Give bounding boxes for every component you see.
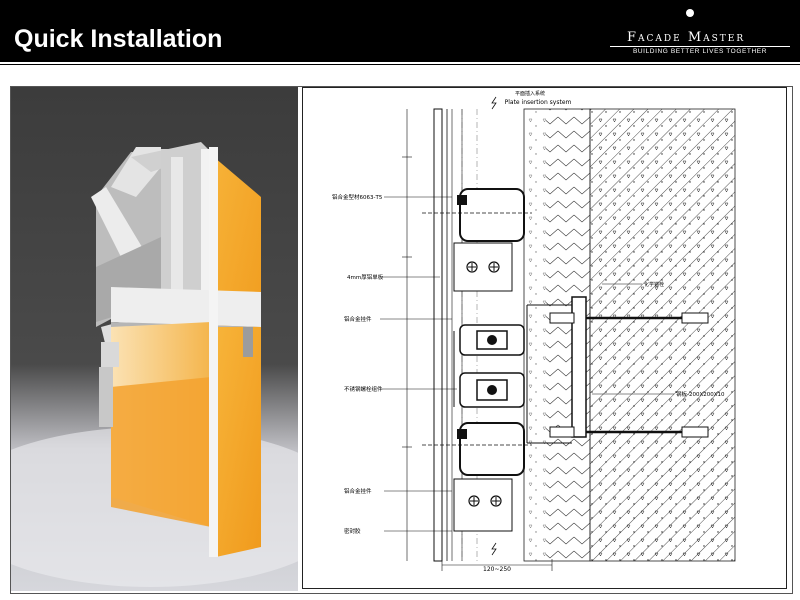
label-connector-2: 铝合金挂件 — [344, 487, 372, 495]
page-title: Quick Installation — [14, 25, 223, 53]
label-aluminum-profile: 铝合金型材6063-T5 — [332, 193, 383, 201]
facade-render-image — [11, 87, 298, 591]
label-panel-4mm: 4mm厚铝单板 — [347, 273, 384, 281]
logo-rule — [610, 46, 790, 47]
header-divider — [0, 64, 800, 69]
label-seal: 密封胶 — [344, 527, 361, 535]
facade-render-svg — [11, 87, 298, 591]
header-bar: Quick Installation Facade Master BUILDIN… — [0, 0, 800, 62]
label-anchor: 化学锚栓 — [644, 281, 664, 288]
horizontal-transom — [111, 287, 261, 327]
aluminum-profile-top — [459, 188, 525, 242]
connector-plate-bottom — [453, 478, 513, 532]
label-steel-plate: 钢板-200X200X10 — [676, 390, 725, 398]
drawing-title-en: Plate insertion system — [505, 99, 572, 106]
technical-drawing: 平面插入系统 Plate insertion system 铝合金型材6063-… — [302, 87, 790, 591]
dimension-bottom: 120~250 — [483, 566, 511, 573]
brand-name: Facade Master — [627, 30, 746, 45]
orange-panel-bottom — [216, 327, 261, 557]
vertical-joint — [209, 147, 218, 557]
label-bolt-assembly: 不锈钢螺栓组件 — [344, 385, 383, 393]
brand-tagline: BUILDING BETTER LIVES TOGETHER — [632, 48, 768, 55]
panel-face — [433, 108, 443, 562]
brand-logo: Facade Master BUILDING BETTER LIVES TOGE… — [610, 8, 790, 58]
logo-dot-icon — [686, 9, 694, 17]
drawing-svg: 平面插入系统 Plate insertion system 铝合金型材6063-… — [332, 90, 736, 573]
label-connector: 铝合金挂件 — [344, 315, 372, 323]
connector-plate-top — [453, 242, 513, 292]
aluminum-profile-bottom — [459, 422, 525, 476]
drawing-title-cn: 平面插入系统 — [515, 90, 545, 97]
